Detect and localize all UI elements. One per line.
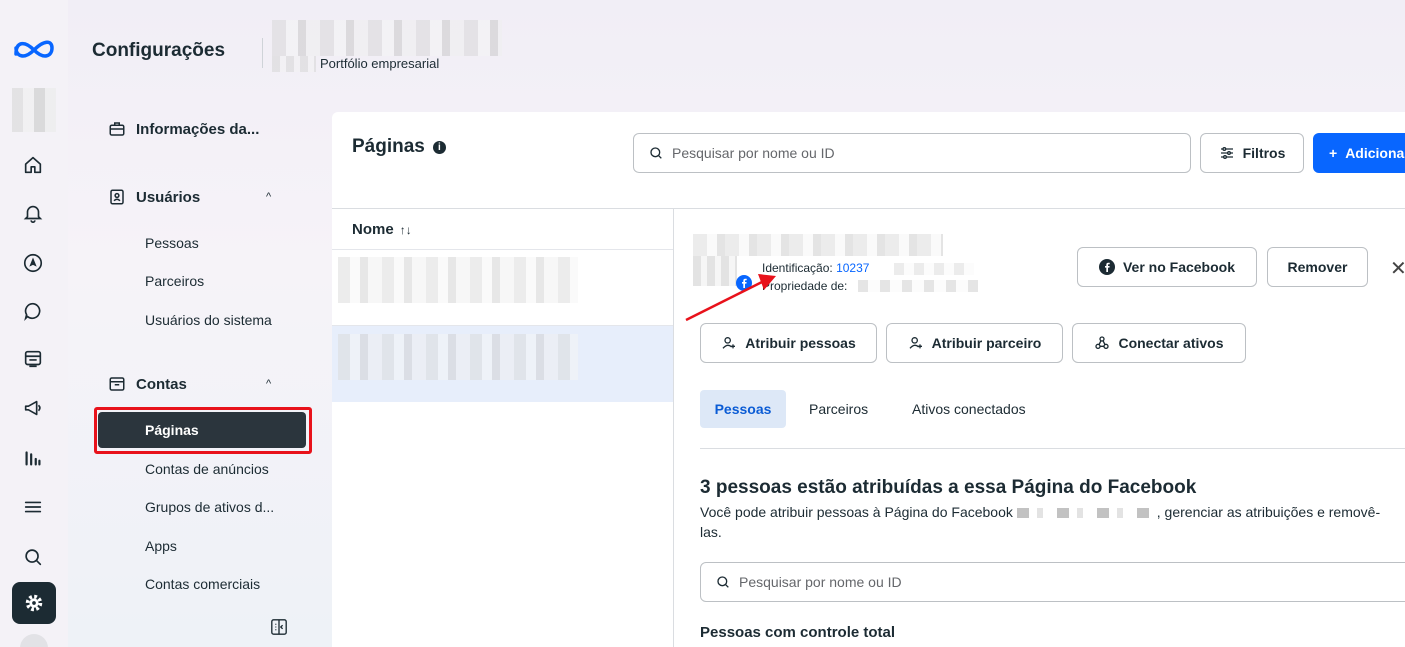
- pages-search-input[interactable]: Pesquisar por nome ou ID: [633, 133, 1191, 173]
- page-name-redacted: [1016, 508, 1157, 519]
- megaphone-icon[interactable]: [20, 395, 46, 421]
- assign-person-icon: [909, 337, 922, 349]
- connect-assets-label: Conectar ativos: [1118, 335, 1224, 351]
- page-header-title: Configurações: [92, 40, 226, 61]
- left-rail: [0, 0, 68, 647]
- tab-partners[interactable]: Parceiros: [809, 390, 868, 428]
- add-button[interactable]: + Adicionar: [1313, 133, 1405, 173]
- chat-icon[interactable]: [20, 298, 46, 324]
- description-start: Você pode atribuir pessoas à Página do F…: [700, 504, 1013, 520]
- assign-person-icon: [722, 337, 736, 349]
- plus-icon: +: [1329, 145, 1338, 161]
- bell-icon[interactable]: [20, 200, 46, 226]
- page-title: Páginas i: [352, 136, 446, 158]
- close-icon[interactable]: ✕: [1390, 256, 1405, 281]
- business-logo-redacted: [272, 56, 316, 72]
- sidebar-item-business-info[interactable]: Informações da...: [108, 120, 259, 138]
- sidebar-item-system-users[interactable]: Usuários do sistema: [145, 312, 272, 328]
- view-on-facebook-label: Ver no Facebook: [1122, 259, 1236, 275]
- account-avatar[interactable]: [12, 88, 56, 132]
- tab-connected-assets[interactable]: Ativos conectados: [912, 390, 1026, 428]
- remove-button[interactable]: Remover: [1267, 247, 1368, 287]
- menu-icon[interactable]: [20, 494, 46, 520]
- page-id-redacted: [894, 263, 974, 275]
- user-badge-icon: [110, 189, 124, 205]
- add-label: Adicionar: [1345, 145, 1405, 161]
- connect-assets-button[interactable]: Conectar ativos: [1072, 323, 1246, 363]
- sidebar-group-label: Contas: [136, 375, 187, 393]
- filters-button[interactable]: Filtros: [1200, 133, 1304, 173]
- page-title-text: Páginas: [352, 136, 425, 157]
- assign-partner-label: Atribuir parceiro: [931, 335, 1042, 351]
- sidebar-group-label: Usuários: [136, 188, 201, 206]
- filter-icon: [1220, 147, 1233, 159]
- meta-logo-icon[interactable]: [12, 36, 56, 60]
- sidebar-item-business-accounts[interactable]: Contas comerciais: [145, 576, 260, 592]
- settings-icon[interactable]: [12, 582, 56, 624]
- sidebar-item-asset-groups[interactable]: Grupos de ativos d...: [145, 499, 274, 515]
- annotation-arrow: [685, 274, 776, 322]
- chevron-up-icon[interactable]: ^: [266, 378, 271, 390]
- search-icon: [717, 576, 729, 588]
- page-id-value[interactable]: 10237: [836, 261, 869, 275]
- assign-partner-button[interactable]: Atribuir parceiro: [886, 323, 1063, 363]
- sidebar-group-accounts[interactable]: Contas: [108, 375, 187, 393]
- folder-icon: [109, 377, 125, 391]
- table-row-content-redacted: [338, 334, 578, 380]
- info-icon[interactable]: i: [432, 140, 446, 154]
- profile-avatar[interactable]: [20, 634, 48, 647]
- sidebar-item-label: Informações da...: [136, 120, 260, 138]
- compass-icon[interactable]: [20, 250, 46, 276]
- search-placeholder: Pesquisar por nome ou ID: [739, 574, 902, 590]
- column-header-name[interactable]: Nome ↑↓: [352, 221, 412, 238]
- home-icon[interactable]: [20, 152, 46, 178]
- tab-divider: [700, 448, 1405, 449]
- chevron-up-icon[interactable]: ^: [266, 191, 271, 203]
- assign-people-label: Atribuir pessoas: [745, 335, 856, 351]
- briefcase-icon: [109, 122, 125, 136]
- pages-icon[interactable]: [20, 346, 46, 372]
- search-icon: [650, 147, 662, 159]
- page-owner-redacted: [858, 280, 978, 292]
- column-label: Nome: [352, 221, 394, 238]
- remove-label: Remover: [1287, 259, 1348, 275]
- highlight-annotation-box: [94, 407, 312, 454]
- page-name-redacted: [693, 234, 943, 256]
- business-subtitle: Portfólio empresarial: [320, 56, 440, 71]
- search-placeholder: Pesquisar por nome ou ID: [672, 145, 835, 161]
- filters-label: Filtros: [1242, 145, 1286, 161]
- view-on-facebook-button[interactable]: Ver no Facebook: [1077, 247, 1257, 287]
- header-divider: [262, 38, 263, 68]
- sidebar-item-people[interactable]: Pessoas: [145, 235, 199, 251]
- assigned-people-heading: 3 pessoas estão atribuídas a essa Página…: [700, 477, 1197, 498]
- row-divider: [332, 249, 674, 250]
- tab-people[interactable]: Pessoas: [700, 390, 786, 428]
- search-icon[interactable]: [20, 544, 46, 570]
- sidebar-item-partners[interactable]: Parceiros: [145, 273, 204, 289]
- full-control-heading: Pessoas com controle total: [700, 624, 896, 641]
- assigned-people-description: Você pode atribuir pessoas à Página do F…: [700, 502, 1390, 542]
- facebook-icon: [1098, 259, 1115, 275]
- analytics-icon[interactable]: [20, 445, 46, 471]
- assign-people-button[interactable]: Atribuir pessoas: [700, 323, 877, 363]
- collapse-icon[interactable]: [270, 618, 288, 636]
- sort-icon[interactable]: ↑↓: [400, 223, 412, 237]
- sidebar-item-ad-accounts[interactable]: Contas de anúncios: [145, 461, 269, 477]
- connect-assets-icon: [1095, 336, 1110, 349]
- sidebar-group-users[interactable]: Usuários: [108, 188, 200, 206]
- sidebar-item-apps[interactable]: Apps: [145, 538, 177, 554]
- table-row[interactable]: [338, 257, 578, 303]
- people-search-input[interactable]: Pesquisar por nome ou ID: [700, 562, 1405, 602]
- business-name-redacted[interactable]: [272, 20, 502, 56]
